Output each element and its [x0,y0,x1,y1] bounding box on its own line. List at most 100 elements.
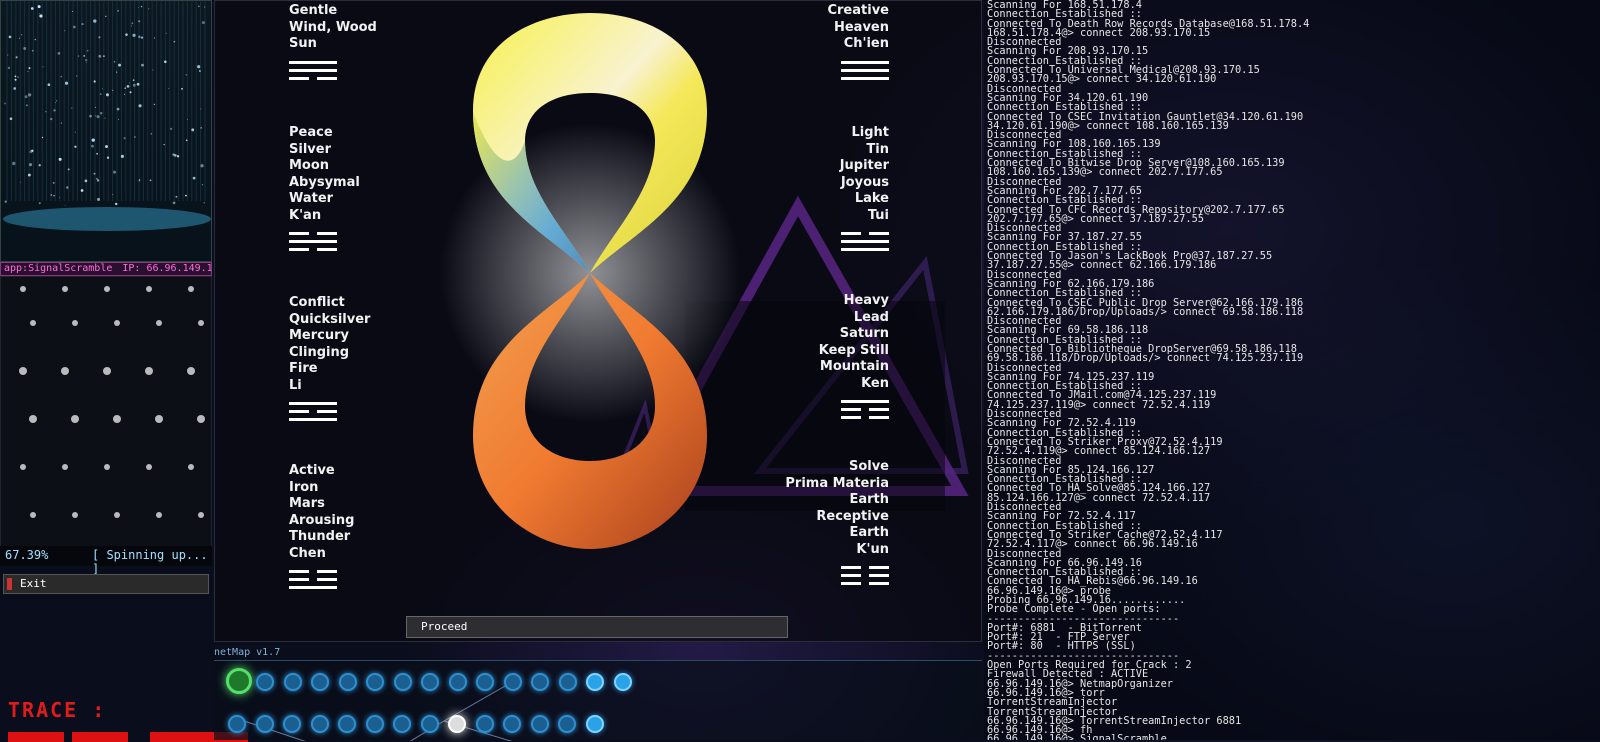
progress-status: 67.39% [ Spinning up... ] [0,546,212,576]
progress-message: [ Spinning up... ] [92,548,208,576]
netmap-node[interactable] [366,673,384,691]
trigram-word: Jupiter [839,158,889,173]
netmap-home-node[interactable] [226,668,252,694]
proceed-button[interactable]: Proceed [406,616,788,638]
netmap-title: netMap v1.7 [214,647,281,658]
trigram-word: Quicksilver [289,311,371,327]
yin-line [289,232,337,235]
yang-line [841,240,889,243]
signal-scramble-grid [0,276,212,564]
netmap-node[interactable] [365,715,384,733]
netmap-node[interactable] [531,673,549,691]
terminal-line: 69.58.186.118/Drop/Uploads/> connect 74.… [987,352,1304,365]
trigram-word: Chen [289,545,326,561]
netmap-node[interactable] [558,715,576,733]
netmap-node[interactable] [586,673,604,691]
terminal-output[interactable]: Scanning For 168.51.178.4 Connection Esta… [984,0,1600,740]
netmap-node[interactable] [393,673,412,691]
netmap-node[interactable] [420,715,439,733]
terminal-line: 108.160.165.139@> connect 202.7.177.65 [987,166,1223,179]
netmap-node[interactable] [338,673,357,691]
netmap-node[interactable] [338,715,356,733]
trigram-word: Saturn [839,326,889,341]
trigram-word: Sun [289,36,317,51]
trigram-word: Abysymal [289,174,360,190]
trigram-word: Gentle [289,3,338,18]
netmap-node[interactable] [558,673,577,691]
yin-line [841,566,889,569]
yin-line [289,76,337,80]
yang-line [289,418,337,421]
trigram-word: Moon [289,158,330,173]
netmap-node[interactable] [228,715,246,733]
trigram-word: Arousing [289,512,355,528]
netmap-node[interactable] [448,673,467,691]
yin-line [289,570,337,573]
terminal-line: 62.166.179.186/Drop/Uploads/> connect 69… [987,305,1304,318]
netmap-node[interactable] [256,673,274,691]
trigram-word: Lake [854,191,889,206]
progress-percent: 67.39% [5,548,49,562]
trigram-word: Lead [853,309,889,325]
netmap-node[interactable] [310,715,329,733]
trigram-word: Receptive [816,508,889,524]
terminal-line: 37.187.27.55@> connect 62.166.179.186 [987,259,1217,272]
netmap-node[interactable] [448,715,466,733]
trigram-group-active: Active Iron Mars Arousing Thunder Chen [289,463,354,594]
alchemy-puzzle-panel: Gentle Wind, Wood Sun Peace Silver Moon Abysy… [214,0,982,642]
trigram-word: Mercury [289,328,350,343]
trigram-word: Mars [289,496,325,511]
trigram-word: Li [289,377,302,393]
yin-line [289,248,337,251]
netmap-node[interactable] [421,673,439,691]
terminal-line: 202.7.177.65@> connect 37.187.27.55 [987,212,1204,225]
terminal-line: 72.52.4.117@> connect 66.96.149.16 [987,538,1198,551]
trigram-word: Water [289,191,334,206]
yang-line [841,68,889,72]
trigram-word: K'un [856,541,889,557]
trigram-group-solve: Solve Prima Materia Earth Receptive Earth K'u… [785,459,889,590]
netmap-node[interactable] [283,673,302,691]
exit-button[interactable]: Exit [3,574,209,594]
trigram-symbol [841,400,889,419]
yang-line [289,586,337,589]
trigram-word: K'an [289,207,322,223]
netmap-node[interactable] [393,715,411,733]
yin-line [841,574,889,577]
trace-digit-block [8,732,64,742]
yin-line [289,578,337,581]
netmap-node[interactable] [476,673,494,691]
terminal-line: 208.93.170.15@> connect 34.120.61.190 [987,73,1217,86]
trigram-word: Tui [867,207,889,223]
netmap-node[interactable] [503,715,521,733]
yin-line [841,416,889,419]
terminal-line: 66.96.149.16@> SignalScramble [987,733,1167,740]
trigram-word: Heavy [843,293,889,308]
yin-line [841,232,889,235]
trigram-word: Keep Still [818,342,889,358]
trigram-word: Ken [861,375,889,391]
yang-line [841,248,889,251]
trigram-group-gentle: Gentle Wind, Wood Sun [289,3,377,85]
trace-digit-block [72,732,128,742]
netmap-node[interactable] [503,673,522,691]
app-name: app:SignalScramble [4,263,113,274]
terminal-line: 85.124.166.127@> connect 72.52.4.117 [987,491,1211,504]
trigram-symbol [841,566,889,585]
yin-line [841,408,889,411]
netmap-node[interactable] [255,715,274,733]
terminal-line: 34.120.61.190@> connect 108.160.165.139 [987,119,1229,132]
netmap-node[interactable] [613,673,632,691]
scramble-dots [19,286,205,518]
trigram-word: Clinging [289,344,350,360]
trigram-word: Heaven [833,19,889,35]
trigram-symbol [289,232,337,251]
trigram-word: Light [851,125,889,140]
netmap-node[interactable] [585,715,604,733]
yang-line [289,402,337,405]
netmap-node[interactable] [283,715,301,733]
netmap-node[interactable] [530,715,549,733]
netmap-node[interactable] [311,673,329,691]
trigram-symbol [841,60,889,80]
netmap-node[interactable] [475,715,494,733]
